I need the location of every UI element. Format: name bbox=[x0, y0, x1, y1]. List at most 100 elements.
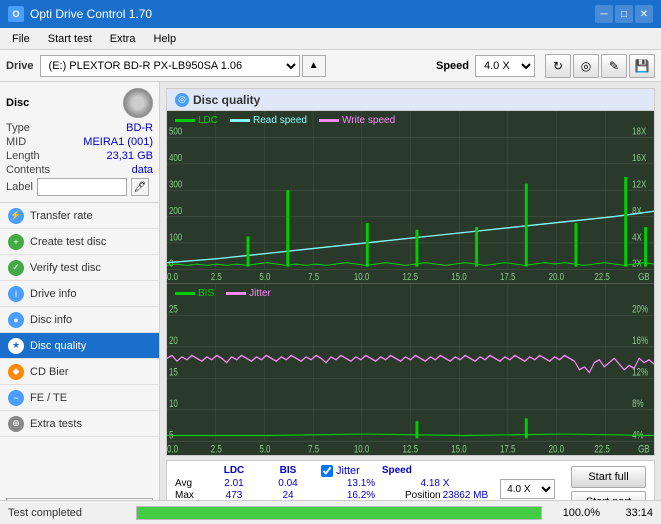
svg-text:GB: GB bbox=[638, 443, 650, 455]
menu-file[interactable]: File bbox=[4, 31, 38, 47]
nav-drive-info-label: Drive info bbox=[30, 288, 76, 300]
window-controls: ─ □ ✕ bbox=[595, 5, 653, 23]
svg-text:10.0: 10.0 bbox=[354, 271, 369, 282]
transfer-rate-icon: ⚡ bbox=[8, 208, 24, 224]
disc-label-row: Label 🖊 bbox=[6, 178, 153, 196]
bottom-speed-select[interactable]: 4.0 X bbox=[500, 479, 555, 499]
cd-bier-icon: ◆ bbox=[8, 364, 24, 380]
svg-text:7.5: 7.5 bbox=[308, 271, 319, 282]
nav-transfer-rate[interactable]: ⚡ Transfer rate bbox=[0, 203, 159, 229]
ldc-chart-svg: 0 100 200 300 400 500 2X 4X 8X 12X 16X 1… bbox=[167, 111, 654, 283]
title-bar: O Opti Drive Control 1.70 ─ □ ✕ bbox=[0, 0, 661, 28]
main-layout: Disc Type BD-R MID MEIRA1 (001) Length 2… bbox=[0, 82, 661, 524]
write-button[interactable]: ✎ bbox=[601, 54, 627, 78]
start-full-button[interactable]: Start full bbox=[571, 466, 646, 488]
svg-text:5.0: 5.0 bbox=[259, 271, 270, 282]
svg-text:12X: 12X bbox=[632, 178, 647, 189]
svg-text:22.5: 22.5 bbox=[594, 271, 609, 282]
nav-fe-te[interactable]: ~ FE / TE bbox=[0, 385, 159, 411]
ldc-legend-label: LDC bbox=[198, 115, 218, 126]
menu-help[interactable]: Help bbox=[145, 31, 184, 47]
menu-start-test[interactable]: Start test bbox=[40, 31, 100, 47]
progress-bar-fill bbox=[137, 507, 541, 519]
main-content: ◎ Disc quality LDC Read speed bbox=[160, 82, 661, 524]
nav-disc-info-label: Disc info bbox=[30, 314, 72, 326]
save-button[interactable]: 💾 bbox=[629, 54, 655, 78]
drive-info-icon: i bbox=[8, 286, 24, 302]
nav-cd-bier[interactable]: ◆ CD Bier bbox=[0, 359, 159, 385]
menu-bar: File Start test Extra Help bbox=[0, 28, 661, 50]
disc-length-label: Length bbox=[6, 150, 40, 162]
svg-text:15: 15 bbox=[169, 366, 178, 379]
disc-contents-label: Contents bbox=[6, 164, 50, 176]
maximize-button[interactable]: □ bbox=[615, 5, 633, 23]
svg-text:8%: 8% bbox=[632, 397, 644, 410]
svg-text:20.0: 20.0 bbox=[549, 271, 564, 282]
nav-verify-test-disc[interactable]: ✓ Verify test disc bbox=[0, 255, 159, 281]
refresh-button[interactable]: ↻ bbox=[545, 54, 571, 78]
ldc-legend-item: LDC bbox=[175, 115, 218, 126]
minimize-button[interactable]: ─ bbox=[595, 5, 613, 23]
disc-mid-label: MID bbox=[6, 136, 26, 148]
nav-extra-tests[interactable]: ⊕ Extra tests bbox=[0, 411, 159, 437]
avg-bis: 0.04 bbox=[263, 478, 313, 489]
disc-label-input[interactable] bbox=[37, 178, 127, 196]
svg-text:7.5: 7.5 bbox=[308, 443, 319, 455]
svg-text:20: 20 bbox=[169, 334, 178, 347]
eject-button[interactable]: ▲ bbox=[302, 55, 326, 77]
svg-text:16X: 16X bbox=[632, 152, 647, 163]
quality-header: ◎ Disc quality bbox=[167, 89, 654, 111]
write-speed-legend-label: Write speed bbox=[342, 115, 395, 126]
sidebar: Disc Type BD-R MID MEIRA1 (001) Length 2… bbox=[0, 82, 160, 524]
speed-select[interactable]: 4.0 X bbox=[475, 55, 535, 77]
disc-label-button[interactable]: 🖊 bbox=[131, 178, 149, 196]
svg-text:2.5: 2.5 bbox=[211, 443, 222, 455]
speed-value: 4.18 X bbox=[405, 478, 465, 489]
svg-text:25: 25 bbox=[169, 303, 178, 316]
jitter-legend-item: Jitter bbox=[226, 288, 271, 299]
disc-info-icon: ● bbox=[8, 312, 24, 328]
svg-text:400: 400 bbox=[169, 152, 182, 163]
avg-jitter: 13.1% bbox=[321, 478, 401, 489]
nav-drive-info[interactable]: i Drive info bbox=[0, 281, 159, 307]
ldc-chart: LDC Read speed Write speed bbox=[167, 111, 654, 284]
drive-select[interactable]: (E:) PLEXTOR BD-R PX-LB950SA 1.06 bbox=[40, 55, 300, 77]
svg-text:4X: 4X bbox=[632, 231, 642, 242]
nav-cd-bier-label: CD Bier bbox=[30, 366, 69, 378]
svg-text:20%: 20% bbox=[632, 303, 648, 316]
jitter-checkbox[interactable] bbox=[321, 465, 333, 477]
progress-bar-wrapper bbox=[136, 506, 542, 520]
bis-color bbox=[175, 292, 195, 295]
svg-text:22.5: 22.5 bbox=[594, 443, 610, 455]
status-text: Test completed bbox=[8, 507, 128, 519]
disc-length-value: 23,31 GB bbox=[107, 150, 153, 162]
svg-text:300: 300 bbox=[169, 178, 182, 189]
ldc-legend: LDC Read speed Write speed bbox=[175, 115, 395, 126]
drive-bar: Drive (E:) PLEXTOR BD-R PX-LB950SA 1.06 … bbox=[0, 50, 661, 82]
write-speed-legend-item: Write speed bbox=[319, 115, 395, 126]
nav-disc-info[interactable]: ● Disc info bbox=[0, 307, 159, 333]
read-speed-color bbox=[230, 119, 250, 122]
disc-quality-icon: ★ bbox=[8, 338, 24, 354]
menu-extra[interactable]: Extra bbox=[102, 31, 144, 47]
drive-selector-wrapper: (E:) PLEXTOR BD-R PX-LB950SA 1.06 ▲ bbox=[40, 55, 422, 77]
close-button[interactable]: ✕ bbox=[635, 5, 653, 23]
quality-icon: ◎ bbox=[175, 93, 189, 107]
jitter-color bbox=[226, 292, 246, 295]
nav-disc-quality[interactable]: ★ Disc quality bbox=[0, 333, 159, 359]
jitter-label: Jitter bbox=[336, 465, 360, 477]
bis-legend-label: BIS bbox=[198, 288, 214, 299]
erase-button[interactable]: ◎ bbox=[573, 54, 599, 78]
ldc-color bbox=[175, 119, 195, 122]
jitter-legend-label: Jitter bbox=[249, 288, 271, 299]
svg-text:17.5: 17.5 bbox=[500, 443, 516, 455]
disc-mid-value: MEIRA1 (001) bbox=[83, 136, 153, 148]
nav-create-test-disc[interactable]: + Create test disc bbox=[0, 229, 159, 255]
svg-text:200: 200 bbox=[169, 205, 182, 216]
disc-mid-row: MID MEIRA1 (001) bbox=[6, 136, 153, 148]
svg-text:500: 500 bbox=[169, 126, 182, 137]
disc-contents-row: Contents data bbox=[6, 164, 153, 176]
avg-label: Avg bbox=[175, 478, 205, 489]
charts-area: LDC Read speed Write speed bbox=[167, 111, 654, 455]
quality-title: Disc quality bbox=[193, 93, 260, 107]
